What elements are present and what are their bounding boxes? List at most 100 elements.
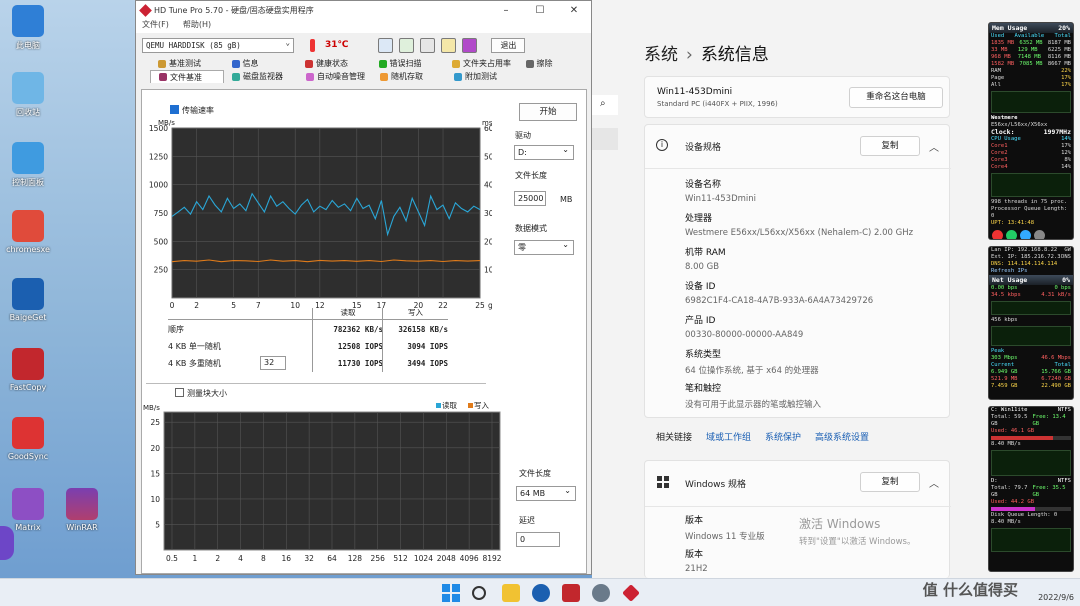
link-domain-workgroup[interactable]: 域或工作组 <box>706 430 751 443</box>
save-icon[interactable] <box>462 37 478 53</box>
card-divider <box>645 168 951 169</box>
windows-logo-pane <box>657 476 662 481</box>
mem-value: 129 MB <box>1017 47 1038 53</box>
sidebar-search-stub[interactable]: ⌕ <box>592 95 618 115</box>
data-mode-select[interactable]: 零 <box>514 238 574 255</box>
mem-value: 33 MB <box>991 47 1008 53</box>
app-icon <box>12 210 44 242</box>
y-tick-label: 750 <box>154 209 169 218</box>
cpu-core-row: Core1 17% <box>989 143 1073 150</box>
desktop-icon[interactable]: BaigeGet <box>4 278 52 322</box>
tab-tabs_row1-2[interactable]: 健康状态 <box>297 57 371 70</box>
transfer-rate-checkbox[interactable]: 传输速率 <box>170 105 214 116</box>
desktop-icon[interactable]: 控制面板 <box>4 142 52 188</box>
start-button[interactable] <box>442 584 460 602</box>
tab-icon <box>231 59 240 68</box>
camera-icon[interactable] <box>420 37 436 53</box>
tray-date: 2022/9/6 <box>1038 593 1074 602</box>
sidebar-selected-stub[interactable] <box>592 128 618 150</box>
windows-spec-title: Windows 规格 <box>685 480 747 490</box>
power-icon[interactable] <box>992 230 1003 239</box>
cpu-core-value: 17% <box>1061 143 1071 149</box>
baiduget-taskbar-icon[interactable] <box>532 584 550 602</box>
toolbar: QEMU HARDDISK (85 gB) 31℃ 退出 <box>136 33 591 57</box>
desktop-icon[interactable]: Matrix <box>4 488 52 532</box>
x-tick-label: 128 <box>348 554 363 563</box>
drive-select[interactable]: QEMU HARDDISK (85 gB) <box>142 36 294 53</box>
spec-label: 产品 ID <box>685 316 716 326</box>
tab-label: 附加测试 <box>465 72 497 81</box>
cpu-core-row: Core2 12% <box>989 150 1073 157</box>
copy-windows-spec-button[interactable]: 复制 <box>860 472 920 492</box>
cpu-name: Westmere <box>991 115 1018 121</box>
restart-icon[interactable] <box>1006 230 1017 239</box>
tab-icon <box>380 72 388 81</box>
dns: DNS: 114.114.114.114 <box>991 261 1058 267</box>
block-size-checkbox[interactable]: 测量块大小 <box>175 388 227 399</box>
file-length-input[interactable]: 25000 <box>514 191 546 206</box>
mem-row: 968 MB 7148 MB 8116 MB <box>989 54 1073 61</box>
close-button[interactable]: ✕ <box>557 5 591 16</box>
tab-tabs_row2-2[interactable]: 自动噪音管理 <box>298 70 372 83</box>
side-widget-tab[interactable] <box>0 526 14 560</box>
y-tick-label: 1250 <box>149 152 168 161</box>
x-tick-label: 2 <box>215 554 220 563</box>
taskbar-search-icon[interactable] <box>472 586 486 600</box>
results-write-value: 3094 IOPS <box>407 342 448 351</box>
mem-value: 8667 MB <box>1047 61 1071 67</box>
link-system-protection[interactable]: 系统保护 <box>765 430 801 443</box>
tab-tabs_row2-3[interactable]: 随机存取 <box>372 70 446 83</box>
desktop-icon[interactable]: GoodSync <box>4 417 52 461</box>
hdtune-taskbar-icon[interactable] <box>622 584 640 602</box>
menu-help[interactable]: 帮助(H) <box>183 19 211 33</box>
desktop-icon[interactable]: FastCopy <box>4 348 52 392</box>
refresh-ips[interactable]: Refresh IPs <box>989 268 1073 275</box>
copy-image-icon[interactable] <box>399 37 415 53</box>
lock-icon[interactable] <box>1020 230 1031 239</box>
link-advanced-settings[interactable]: 高级系统设置 <box>815 430 869 443</box>
exit-button[interactable]: 退出 <box>491 37 526 53</box>
tray-clock[interactable]: 2022/9/6 <box>1038 582 1074 602</box>
delay-input[interactable]: 0 <box>516 532 560 547</box>
menu-file[interactable]: 文件(F) <box>142 19 169 33</box>
desktop-icon-label: chromesxe <box>6 245 50 254</box>
settings-icon[interactable] <box>1034 230 1045 239</box>
spec-label: 系统类型 <box>685 350 722 360</box>
tab-tabs_row2-0[interactable]: 文件基准 <box>150 70 224 83</box>
minimize-button[interactable]: – <box>489 5 523 16</box>
chevron-up-icon[interactable]: ︿ <box>929 139 939 154</box>
hdtune-titlebar: HD Tune Pro 5.70 - 硬盘/固态硬盘实用程序 – ☐ ✕ <box>136 1 591 19</box>
desktop-icon-winrar[interactable]: WinRAR <box>58 488 106 532</box>
cpu-core-value: 8% <box>1064 157 1071 163</box>
fastcopy-taskbar-icon[interactable] <box>562 584 580 602</box>
options-icon[interactable] <box>441 37 457 53</box>
copy-device-spec-button[interactable]: 复制 <box>860 136 920 156</box>
file-length-unit: MB <box>560 195 573 204</box>
desktop-icon[interactable]: 此电脑 <box>4 5 52 51</box>
desktop-icon[interactable]: 回收站 <box>4 72 52 118</box>
spec-label: 设备名称 <box>685 180 722 190</box>
mem-label-row: RAM 22% <box>989 68 1073 75</box>
drive-letter-select[interactable]: D: <box>514 143 574 160</box>
start-button[interactable]: 开始 <box>519 103 577 121</box>
x-tick-label: 2048 <box>437 554 456 563</box>
tab-tabs_row2-1[interactable]: 磁盘监视器 <box>224 70 298 83</box>
copy-text-icon[interactable] <box>378 37 394 53</box>
tab-tabs_row1-1[interactable]: 信息 <box>224 57 298 70</box>
tab-tabs_row1-0[interactable]: 基准测试 <box>150 57 224 70</box>
file-explorer-icon[interactable] <box>502 584 520 602</box>
settings-taskbar-icon[interactable] <box>592 584 610 602</box>
maximize-button[interactable]: ☐ <box>523 5 557 16</box>
tab-tabs_row2-4[interactable]: 附加测试 <box>446 70 520 83</box>
tab-tabs_row1-4[interactable]: 文件夹占用率 <box>444 57 518 70</box>
desktop-icon[interactable]: chromesxe <box>4 210 52 254</box>
queue-depth-spinner[interactable]: 32 <box>260 356 286 370</box>
chevron-up-icon[interactable]: ︿ <box>929 475 939 490</box>
y2-tick-label: 50 <box>484 152 492 161</box>
rename-pc-button[interactable]: 重命名这台电脑 <box>849 87 943 108</box>
cpu-core-value: 12% <box>1061 150 1071 156</box>
file-length-select-2[interactable]: 64 MB <box>516 484 576 501</box>
tab-tabs_row1-3[interactable]: 错误扫描 <box>371 57 445 70</box>
breadcrumb-parent[interactable]: 系统 <box>644 45 678 65</box>
tab-tabs_row1-5[interactable]: 擦除 <box>518 57 592 70</box>
